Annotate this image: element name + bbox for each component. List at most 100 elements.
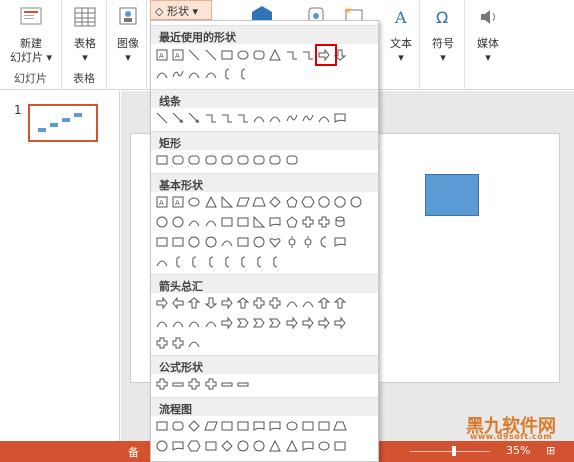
shape-option-rrect-icon[interactable] [252,153,266,167]
shape-option-doc-icon[interactable] [333,235,347,249]
shape-option-rtri-icon[interactable] [252,215,266,229]
shape-option-sun-icon[interactable] [285,235,299,249]
shape-option-circ-icon[interactable] [204,235,218,249]
shape-option-rect-icon[interactable] [236,419,250,433]
shape-option-curve-icon[interactable] [220,235,234,249]
shape-option-curve-icon[interactable] [155,67,169,81]
shape-option-moon-icon[interactable] [317,235,331,249]
shape-option-line-icon[interactable] [155,111,169,125]
shape-option-circ-icon[interactable] [252,235,266,249]
shape-option-elbow-icon[interactable] [285,48,299,62]
shape-option-uarrow-icon[interactable] [187,296,201,310]
shape-option-curve-icon[interactable] [252,111,266,125]
shape-option-doc-icon[interactable] [333,111,347,125]
shape-option-trap-icon[interactable] [333,419,347,433]
rectangle-shape[interactable] [425,174,479,216]
shape-option-plus-icon[interactable] [301,215,315,229]
shape-option-brace-icon[interactable] [171,255,185,269]
shape-option-curve-icon[interactable] [155,316,169,330]
shape-option-rrect-icon[interactable] [204,153,218,167]
shape-option-brace-icon[interactable] [204,255,218,269]
shape-option-cyl-icon[interactable] [333,215,347,229]
shape-option-doc-icon[interactable] [171,439,185,453]
shape-option-rarrow-icon[interactable] [317,316,331,330]
shape-option-curve-icon[interactable] [204,316,218,330]
shape-option-rrect-icon[interactable] [171,419,185,433]
shape-option-minus-icon[interactable] [171,377,185,391]
zoom-level[interactable]: 35% [506,444,530,457]
shape-option-arrow-icon[interactable] [187,111,201,125]
shape-option-rect-icon[interactable] [301,419,315,433]
shape-option-text-icon[interactable]: A [171,48,185,62]
shape-option-arrow-icon[interactable] [171,111,185,125]
shape-option-sun-icon[interactable] [301,235,315,249]
symbols-button[interactable]: Ω 符号 ▾ [424,4,462,65]
shape-option-rect-icon[interactable] [220,419,234,433]
shape-option-uarrow-icon[interactable] [317,296,331,310]
shape-option-curve-icon[interactable] [155,255,169,269]
shape-option-text-icon[interactable]: A [155,48,169,62]
shape-option-rect-icon[interactable] [236,215,250,229]
shape-option-plus-icon[interactable] [317,215,331,229]
shape-option-larrow-icon[interactable] [171,296,185,310]
shape-option-doc-icon[interactable] [301,439,315,453]
shape-option-elbow-icon[interactable] [220,111,234,125]
shape-option-doc-icon[interactable] [268,419,282,433]
shape-option-rrect-icon[interactable] [171,153,185,167]
shape-option-oct-icon[interactable] [317,195,331,209]
shape-option-heart-icon[interactable] [268,235,282,249]
shape-option-curve-icon[interactable] [285,296,299,310]
shape-option-rect-icon[interactable] [155,153,169,167]
shape-option-rtri-icon[interactable] [220,195,234,209]
new-slide-button[interactable]: 新建 幻灯片 ▾ [6,4,56,65]
shape-option-text-icon[interactable]: A [155,195,169,209]
shape-option-brace-icon[interactable] [268,255,282,269]
shape-option-curve-icon[interactable] [301,296,315,310]
shape-option-brace-icon[interactable] [220,67,234,81]
shape-option-rect-icon[interactable] [333,439,347,453]
status-notes[interactable]: 备 [128,444,139,460]
images-button[interactable]: 图像 ▾ [111,4,145,65]
slide-thumbnail[interactable] [28,104,98,142]
shape-option-brace-icon[interactable] [252,255,266,269]
shape-option-curve-icon[interactable] [187,316,201,330]
shape-option-plus-icon[interactable] [204,377,218,391]
shape-option-circ-icon[interactable] [155,439,169,453]
shape-option-tri-icon[interactable] [285,439,299,453]
shape-option-rarrow-icon[interactable] [301,316,315,330]
shape-option-trap-icon[interactable] [252,195,266,209]
shape-option-chev-icon[interactable] [268,316,282,330]
shape-option-rarrow-icon[interactable] [220,316,234,330]
shape-option-text-icon[interactable]: A [171,195,185,209]
shape-option-oval-icon[interactable] [236,48,250,62]
shape-option-minus-icon[interactable] [220,377,234,391]
shape-option-oval-icon[interactable] [187,195,201,209]
shape-option-plus-icon[interactable] [155,377,169,391]
shape-option-dia-icon[interactable] [268,195,282,209]
media-button[interactable]: 媒体 ▾ [469,4,507,65]
shapes-button[interactable]: ◇ 形状 ▾ [150,0,212,20]
shape-option-para-icon[interactable] [203,419,218,433]
table-button[interactable]: 表格 ▾ [66,4,104,65]
shape-option-rect-icon[interactable] [220,215,234,229]
shape-option-rect-icon[interactable] [204,439,218,453]
shape-option-rrect-icon[interactable] [187,153,201,167]
shape-option-rarrow-icon[interactable] [333,316,347,330]
zoom-slider[interactable] [410,451,490,452]
shape-option-curve-icon[interactable] [204,215,218,229]
shape-option-dia-icon[interactable] [187,419,201,433]
shape-option-plus-icon[interactable] [187,377,201,391]
shape-option-plus-icon[interactable] [155,336,169,350]
shape-option-rrect-icon[interactable] [220,153,234,167]
shape-option-rarrow-icon[interactable] [285,316,299,330]
shape-option-uarrow-icon[interactable] [333,296,347,310]
shape-option-darrow-icon[interactable] [204,296,218,310]
shape-option-curve-icon[interactable] [317,111,331,125]
shape-option-doc-icon[interactable] [252,419,266,433]
shape-option-curve-icon[interactable] [204,67,218,81]
shape-option-hex-icon[interactable] [187,439,201,453]
shape-option-plus-icon[interactable] [171,336,185,350]
shape-option-hex-icon[interactable] [301,195,315,209]
shape-option-rect-icon[interactable] [236,235,250,249]
shape-option-pent-icon[interactable] [285,195,299,209]
